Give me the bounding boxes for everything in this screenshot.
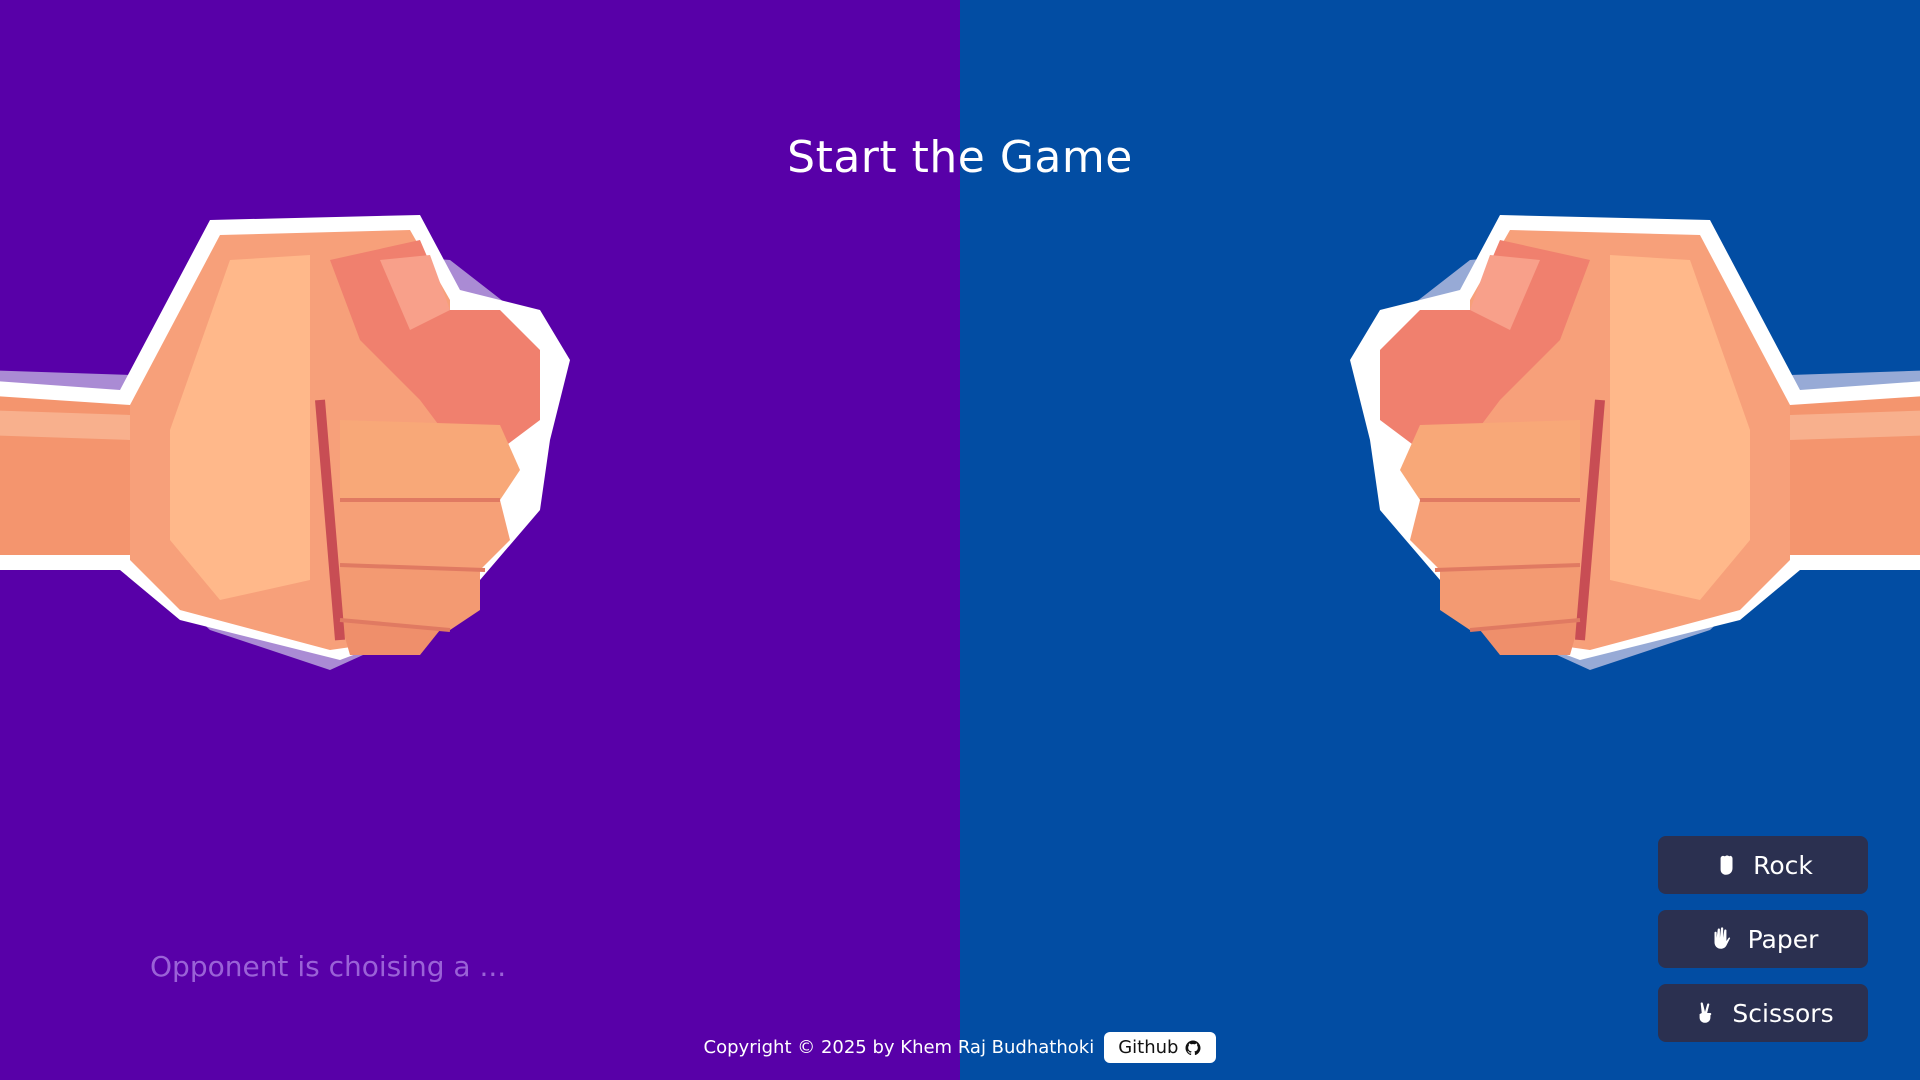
open-hand-icon	[1708, 926, 1734, 952]
rock-hand-icon	[1713, 852, 1739, 878]
footer: Copyright © 2025 by Khem Raj Budhathoki …	[0, 1032, 1920, 1063]
copyright-text: Copyright © 2025 by Khem Raj Budhathoki	[703, 1037, 1095, 1058]
scissors-button-label: Scissors	[1732, 998, 1834, 1028]
game-title: Start the Game	[787, 132, 1133, 183]
github-link-label: Github	[1118, 1037, 1179, 1058]
paper-button-label: Paper	[1747, 924, 1819, 954]
opponent-status-text: Opponent is choising a ...	[150, 950, 507, 983]
github-link[interactable]: Github	[1104, 1032, 1217, 1063]
move-buttons: Rock Paper Scissors	[1658, 836, 1868, 1058]
player-fist-image	[0, 215, 570, 670]
game-stage: Start the Game Opponent is choising a ..…	[0, 0, 1920, 1080]
rock-button-label: Rock	[1753, 850, 1813, 880]
scissors-hand-icon	[1692, 1000, 1718, 1026]
rock-button[interactable]: Rock	[1658, 836, 1868, 894]
paper-button[interactable]: Paper	[1658, 910, 1868, 968]
github-icon	[1184, 1039, 1202, 1057]
opponent-fist-image	[1350, 215, 1920, 670]
